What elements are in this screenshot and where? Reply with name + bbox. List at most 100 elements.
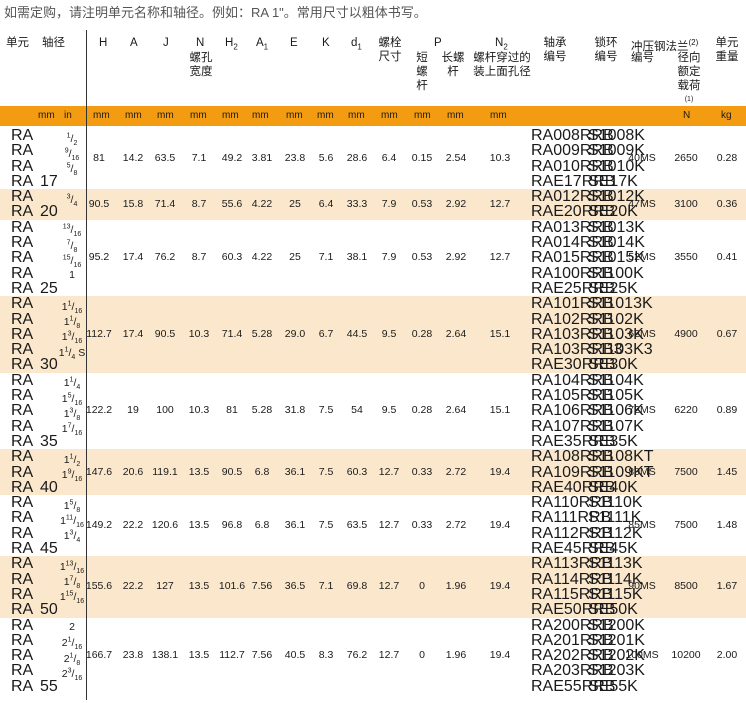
collar-number: SE40K — [588, 478, 638, 496]
header-N-desc: 螺孔宽度 — [189, 52, 213, 78]
cell-H2: 81 — [226, 404, 238, 417]
cell-flange: 40MS — [628, 151, 656, 164]
unit-name: RA — [11, 555, 34, 573]
cell-Pl: 2.92 — [445, 197, 467, 210]
cell-weight: 2.00 — [716, 649, 738, 662]
collar-number: S1113K — [588, 555, 643, 573]
cell-N2: 15.1 — [489, 404, 511, 417]
row-group: RA 1/2 RA008RRB S1008K RA 9/16 RA009RRB S1009K R… — [0, 127, 746, 189]
cell-A: 20.6 — [122, 465, 144, 478]
cell-J: 119.1 — [152, 465, 178, 478]
collar-number: S1107K — [588, 417, 644, 435]
unit-name: RA — [11, 524, 34, 542]
unit-shaft-in: in — [64, 110, 72, 121]
unit-name: RA — [11, 417, 34, 435]
shaft-in: 115/16 — [59, 590, 85, 606]
cell-weight: 1.67 — [716, 580, 738, 593]
unit-name: RA — [11, 601, 34, 619]
unit-name: RA — [11, 127, 34, 144]
unit-load: N — [683, 110, 691, 121]
cell-N: 13.5 — [188, 465, 210, 478]
cell-A1: 6.8 — [254, 519, 270, 532]
cell-Ps: 0.53 — [411, 251, 433, 264]
cell-J: 71.4 — [154, 197, 176, 210]
unit-P-short: mm — [414, 110, 431, 121]
cell-Ps: 0 — [419, 580, 425, 593]
cell-K: 7.1 — [318, 251, 334, 264]
cell-weight: 1.48 — [716, 519, 738, 532]
cell-d1: 76.2 — [346, 649, 368, 662]
header-P-long: 长螺杆 — [441, 52, 465, 78]
cell-A1: 7.56 — [251, 580, 273, 593]
cell-N: 13.5 — [188, 649, 210, 662]
unit-J: mm — [157, 110, 174, 121]
cell-N2: 19.4 — [489, 465, 511, 478]
header-H: H — [99, 37, 108, 49]
header-bolt-size: 螺栓尺寸 — [378, 37, 402, 63]
header-K: K — [322, 37, 330, 49]
collar-number: S11013K — [588, 295, 653, 313]
cell-A1: 3.81 — [251, 151, 273, 164]
header-E: E — [290, 37, 298, 49]
collar-number: S1200K — [588, 616, 645, 634]
collar-number: S1103K3 — [588, 341, 653, 359]
cell-H: 155.6 — [85, 580, 113, 593]
unit-H: mm — [93, 110, 110, 121]
row-group: RA 15/8 RA110RRB S1110K RA 111/16 RA111RRB S111… — [0, 494, 746, 558]
cell-N2: 12.7 — [489, 197, 511, 210]
cell-J: 100 — [156, 404, 174, 417]
cell-Pl: 1.96 — [445, 580, 467, 593]
cell-weight: 0.41 — [716, 251, 738, 264]
header-radial-load: 径向额定载荷(1) — [677, 52, 701, 103]
cell-load: 7500 — [674, 519, 698, 532]
row-group: RA 113/16 RA113RRB S1113K RA 17/8 RA114RRB S111… — [0, 555, 746, 619]
shaft-mm: 35 — [40, 432, 58, 450]
unit-name: RA — [11, 463, 34, 481]
table-header: 单元 轴径 H A J N 螺孔宽度 H2 A1 E K d1 螺栓尺寸 P 短… — [0, 30, 746, 106]
cell-bolt: 12.7 — [378, 465, 400, 478]
unit-name: RA — [11, 188, 34, 206]
cell-K: 7.5 — [318, 404, 334, 417]
cell-weight: 1.45 — [716, 465, 738, 478]
cell-weight: 0.67 — [716, 327, 738, 340]
unit-E: mm — [286, 110, 303, 121]
cell-K: 5.6 — [318, 151, 334, 164]
cell-A: 19 — [127, 404, 139, 417]
unit-name: RA — [11, 570, 34, 588]
collar-number: SE50K — [588, 601, 638, 619]
cell-N2: 10.3 — [489, 151, 511, 164]
cell-N: 8.7 — [191, 197, 207, 210]
cell-Ps: 0.53 — [411, 197, 433, 210]
unit-name: RA — [11, 402, 34, 420]
cell-N2: 19.4 — [489, 649, 511, 662]
cell-N2: 12.7 — [489, 251, 511, 264]
cell-H: 149.2 — [85, 519, 113, 532]
unit-H2: mm — [222, 110, 239, 121]
shaft-mm: 30 — [40, 356, 58, 374]
cell-bolt: 6.4 — [381, 151, 397, 164]
row-group: RA 11/4 RA104RRB S1104K RA 15/16 RA105RRB S1105… — [0, 372, 746, 450]
collar-number: SE25K — [588, 279, 638, 297]
cell-flange: 80MS — [628, 465, 656, 478]
collar-number: S1008K — [588, 127, 645, 144]
cell-Pl: 2.64 — [445, 327, 467, 340]
cell-E: 23.8 — [284, 151, 306, 164]
cell-A: 17.4 — [122, 251, 144, 264]
cell-flange: 62MS — [628, 327, 656, 340]
unit-name: RA — [11, 540, 34, 558]
collar-number: S1014K — [588, 234, 645, 252]
cell-N2: 19.4 — [489, 580, 511, 593]
cell-H2: 112.7 — [219, 649, 245, 662]
cell-E: 36.1 — [284, 519, 306, 532]
collar-number: S1013K — [588, 218, 645, 236]
cell-bolt: 7.9 — [381, 251, 397, 264]
cell-bolt: 12.7 — [378, 649, 400, 662]
header-N: N — [196, 37, 205, 49]
header-collar-no: 锁环编号 — [594, 37, 618, 63]
unit-name: RA — [11, 616, 34, 634]
unit-A: mm — [125, 110, 142, 121]
collar-number: S1105K — [588, 387, 644, 405]
cell-N: 7.1 — [191, 151, 207, 164]
cell-A1: 5.28 — [251, 404, 273, 417]
collar-number: S1110K — [588, 494, 643, 512]
